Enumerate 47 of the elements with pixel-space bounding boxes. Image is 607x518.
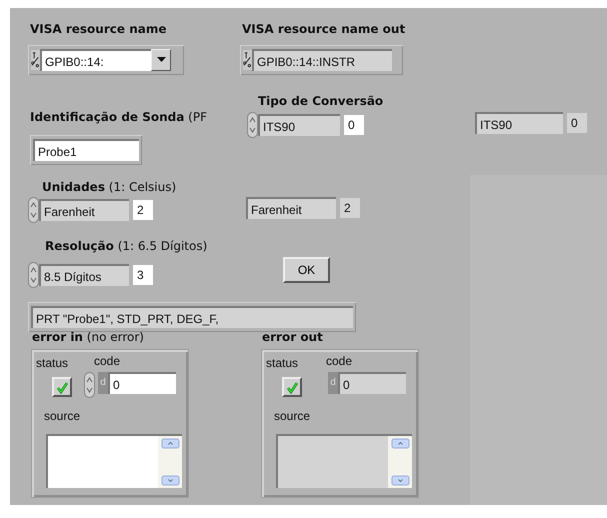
ring-field[interactable]: Farenheit [39,199,129,221]
cluster-label: error in (no error) [32,330,144,344]
status-checkbox[interactable] [52,377,72,397]
source-field[interactable] [46,434,182,488]
increment-decrement-button[interactable] [84,372,95,398]
index-field: 3 [133,265,153,285]
cluster-label: error out [262,330,323,344]
control-label: Identificação de Sonda (PF [30,110,207,124]
field-label: source [44,409,80,423]
radix-label: d [98,372,108,394]
caret-icon [156,57,166,63]
command-string-field: PRT "Probe1", STD_PRT, DEG_F, [31,306,353,328]
field-label: code [94,354,120,368]
check-icon [56,380,68,394]
index-field: 2 [340,198,360,218]
code-field[interactable]: 0 [108,372,176,394]
field-label: source [274,409,310,423]
control-label: VISA resource name [30,22,166,36]
increment-decrement-button[interactable] [28,262,39,288]
index-field: 0 [344,115,364,135]
index-field: 0 [567,113,587,133]
increment-decrement-button[interactable] [247,112,258,138]
resource-field: GPIB0::14::INSTR [252,49,392,71]
field-label: status [266,356,298,370]
ok-button[interactable]: OK [283,257,330,283]
io-icon [31,50,40,70]
control-label: Resolução (1: 6.5 Dígitos) [45,239,208,253]
scrollbar[interactable] [388,436,412,488]
radix-label: d [328,372,338,394]
control-label: Tipo de Conversão [258,94,384,108]
resource-field[interactable]: GPIB0::14: [40,49,151,71]
ring-field: ITS90 [475,112,563,134]
ring-field[interactable]: 8.5 Dígitos [39,264,129,286]
probe-field[interactable]: Probe1 [33,139,139,161]
scrollbar[interactable] [158,436,182,488]
increment-decrement-button[interactable] [28,197,39,223]
check-icon [286,380,298,394]
field-label: code [326,354,352,368]
index-field: 2 [133,200,153,220]
dropdown-button[interactable] [151,49,171,71]
control-label: Unidades (1: Celsius) [42,180,176,194]
ring-field[interactable]: ITS90 [258,114,340,136]
indicator-label: VISA resource name out [242,22,406,36]
code-field: 0 [338,372,406,394]
io-icon [243,50,252,70]
ring-field: Farenheit [246,197,336,219]
field-label: status [36,356,68,370]
